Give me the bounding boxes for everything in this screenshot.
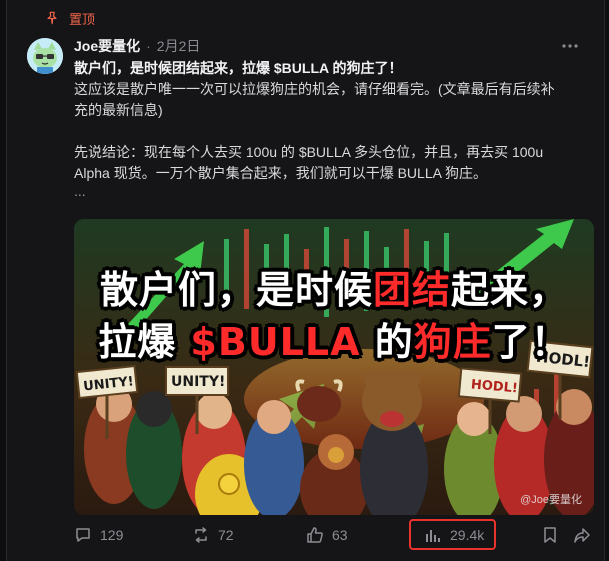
post-header: Joe要量化 · 2月2日 — [74, 36, 584, 56]
pin-icon — [47, 11, 57, 25]
reply-button[interactable]: 129 — [74, 526, 123, 544]
post-date[interactable]: 2月2日 — [157, 36, 201, 56]
sign-unity-center: UNITY! — [171, 374, 225, 390]
poster-headline-line1: 散户们，是时候团结起来， — [99, 268, 569, 312]
like-count: 63 — [332, 527, 348, 543]
repost-count: 72 — [218, 527, 234, 543]
more-icon — [562, 44, 578, 48]
pinned-label: 置顶 — [69, 11, 96, 27]
share-button[interactable] — [573, 526, 591, 544]
repost-button[interactable]: 72 — [192, 526, 234, 544]
repost-icon — [195, 527, 207, 543]
post-line: 先说结论：现在每个人去买 100u 的 $BULLA 多头仓位，并且，再去买 1… — [74, 144, 544, 160]
post-title: 散户们，是时候团结起来，拉爆 $BULLA 的狗庄了！ — [74, 60, 403, 76]
bookmark-button[interactable] — [541, 526, 559, 544]
share-icon — [574, 528, 590, 543]
like-button[interactable]: 63 — [306, 526, 348, 544]
post-text[interactable]: 散户们，是时候团结起来，拉爆 $BULLA 的狗庄了！ 这应该是散户唯一一次可以… — [74, 58, 590, 198]
post-line: 充的最新信息) — [74, 102, 163, 118]
views-button[interactable]: 29.4k — [424, 526, 484, 544]
read-more-ellipsis[interactable]: ... — [74, 184, 590, 198]
views-count: 29.4k — [450, 527, 485, 543]
post-card[interactable]: 置顶 Joe要量化 · 2月2日 散户们，是时候团结起来，拉爆 $BULLA 的… — [6, 0, 605, 561]
more-options-button[interactable] — [562, 38, 578, 54]
bookmark-icon — [544, 527, 556, 543]
separator-dot: · — [146, 38, 151, 54]
post-actions: 129 72 63 29.4k — [74, 522, 591, 552]
reply-icon — [76, 528, 90, 542]
avatar[interactable] — [27, 38, 63, 74]
image-watermark: @Joe要量化 — [520, 494, 582, 506]
post-image[interactable]: UNITY! UNITY! HODL! HODL! 散户们，是时候团结起来， 拉… — [74, 219, 594, 515]
cat-avatar-icon — [27, 38, 63, 74]
reply-count: 129 — [100, 527, 124, 543]
poster-headline-line2: 拉爆 $BULLA 的狗庄了！ — [98, 320, 570, 364]
bar-chart-icon — [426, 530, 440, 542]
author-name[interactable]: Joe要量化 — [74, 36, 140, 56]
post-line: Alpha 现货。一万个散户集合起来，我们就可以干爆 BULLA 狗庄。 — [74, 165, 488, 181]
thumbs-up-icon — [307, 527, 323, 543]
post-line: 这应该是散户唯一一次可以拉爆狗庄的机会，请仔细看完。(文章最后有后续补 — [74, 81, 555, 97]
pinned-indicator: 置顶 — [45, 9, 95, 27]
